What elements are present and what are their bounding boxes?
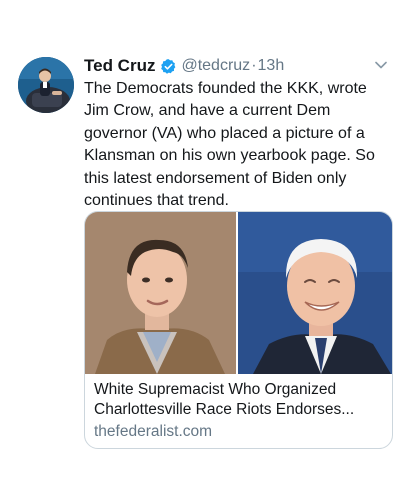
separator-dot: · — [251, 57, 257, 74]
chevron-down-icon[interactable] — [374, 58, 388, 72]
card-body: White Supremacist Who Organized Charlott… — [94, 380, 384, 443]
tweet-header: Ted Cruz @tedcruz·13h — [84, 56, 394, 80]
tweet[interactable]: Ted Cruz @tedcruz·13h The Democrats found… — [0, 0, 404, 500]
tweet-text: The Democrats founded the KKK, wrote Jim… — [84, 80, 375, 210]
card-image — [85, 212, 392, 374]
timestamp[interactable]: 13h — [258, 57, 285, 74]
author-handle[interactable]: @tedcruz — [181, 57, 250, 74]
link-card[interactable]: White Supremacist Who Organized Charlott… — [84, 211, 393, 449]
verified-badge-icon — [160, 58, 177, 75]
avatar[interactable] — [18, 57, 74, 113]
author-name[interactable]: Ted Cruz — [84, 56, 155, 75]
card-title[interactable]: White Supremacist Who Organized Charlott… — [94, 380, 384, 420]
card-domain: thefederalist.com — [94, 423, 213, 440]
